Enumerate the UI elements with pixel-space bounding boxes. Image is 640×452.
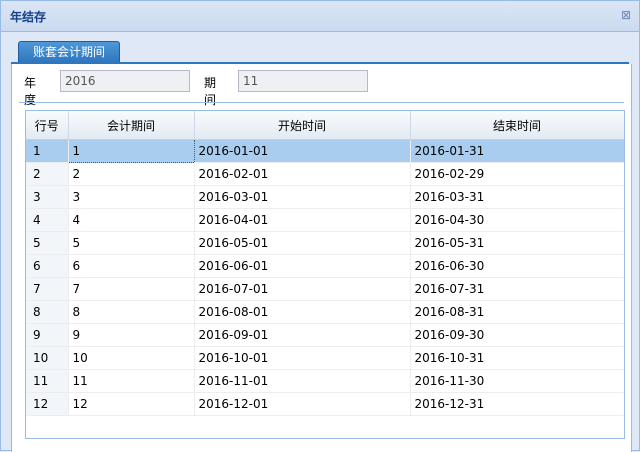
row-number-cell: 1 [26, 139, 69, 163]
start-date-cell: 2016-01-01 [194, 139, 411, 163]
period-cell: 4 [68, 208, 195, 232]
end-date-cell: 2016-01-31 [410, 139, 624, 163]
year-field[interactable]: 2016 [60, 70, 190, 92]
table-row[interactable]: 1 1 2016-01-01 2016-01-31 [26, 139, 624, 163]
start-date-cell: 2016-12-01 [194, 392, 411, 416]
period-cell: 10 [68, 346, 195, 370]
end-date-cell: 2016-05-31 [410, 231, 624, 255]
column-header-row-number[interactable]: 行号 [26, 111, 69, 140]
end-date-cell: 2016-12-31 [410, 392, 624, 416]
table-row[interactable]: 7 7 2016-07-01 2016-07-31 [26, 277, 624, 301]
period-cell: 6 [68, 254, 195, 278]
table-row[interactable]: 9 9 2016-09-01 2016-09-30 [26, 323, 624, 347]
end-date-cell: 2016-10-31 [410, 346, 624, 370]
row-number-cell: 9 [26, 323, 69, 347]
row-number-cell: 10 [26, 346, 69, 370]
row-number-cell: 5 [26, 231, 69, 255]
end-date-cell: 2016-06-30 [410, 254, 624, 278]
table-row[interactable]: 2 2 2016-02-01 2016-02-29 [26, 162, 624, 186]
column-header-period[interactable]: 会计期间 [68, 111, 195, 140]
table-row[interactable]: 8 8 2016-08-01 2016-08-31 [26, 300, 624, 324]
table-row[interactable]: 12 12 2016-12-01 2016-12-31 [26, 392, 624, 416]
periods-grid[interactable]: 行号 会计期间 开始时间 结束时间 1 1 2016-01-01 2016-01-31… [25, 110, 625, 439]
end-date-cell: 2016-02-29 [410, 162, 624, 186]
period-cell: 5 [68, 231, 195, 255]
period-cell: 12 [68, 392, 195, 416]
row-number-cell: 7 [26, 277, 69, 301]
period-cell: 1 [67, 139, 195, 163]
grid-body: 1 1 2016-01-01 2016-01-31 2 2 2016-02-01 2016-0… [26, 139, 624, 416]
period-cell: 11 [68, 369, 195, 393]
start-date-cell: 2016-11-01 [194, 369, 411, 393]
table-row[interactable]: 3 3 2016-03-01 2016-03-31 [26, 185, 624, 209]
start-date-cell: 2016-08-01 [194, 300, 411, 324]
end-date-cell: 2016-03-31 [410, 185, 624, 209]
close-icon[interactable]: ⊠ [620, 9, 632, 21]
year-end-dialog: 年结存 ⊠ 账套会计期间 年度 2016 期间 11 行号 会计期间 开始时间 … [0, 0, 640, 452]
table-row[interactable]: 5 5 2016-05-01 2016-05-31 [26, 231, 624, 255]
end-date-cell: 2016-07-31 [410, 277, 624, 301]
table-row[interactable]: 4 4 2016-04-01 2016-04-30 [26, 208, 624, 232]
column-header-start-date[interactable]: 开始时间 [194, 111, 411, 140]
period-cell: 2 [68, 162, 195, 186]
start-date-cell: 2016-10-01 [194, 346, 411, 370]
row-number-cell: 3 [26, 185, 69, 209]
title-bar[interactable]: 年结存 ⊠ [1, 1, 639, 32]
start-date-cell: 2016-04-01 [194, 208, 411, 232]
header-row: 行号 会计期间 开始时间 结束时间 [26, 111, 624, 140]
dialog-body: 账套会计期间 年度 2016 期间 11 行号 会计期间 开始时间 结束时间 1… [9, 39, 632, 452]
dialog-title: 年结存 [10, 10, 47, 24]
start-date-cell: 2016-02-01 [194, 162, 411, 186]
separator [19, 102, 624, 103]
end-date-cell: 2016-08-31 [410, 300, 624, 324]
row-number-cell: 4 [26, 208, 69, 232]
table-row[interactable]: 11 11 2016-11-01 2016-11-30 [26, 369, 624, 393]
start-date-cell: 2016-07-01 [194, 277, 411, 301]
period-cell: 3 [68, 185, 195, 209]
row-number-cell: 6 [26, 254, 69, 278]
row-number-cell: 2 [26, 162, 69, 186]
start-date-cell: 2016-06-01 [194, 254, 411, 278]
end-date-cell: 2016-09-30 [410, 323, 624, 347]
period-field[interactable]: 11 [238, 70, 368, 92]
tab-panel: 年度 2016 期间 11 行号 会计期间 开始时间 结束时间 1 1 2016… [11, 64, 632, 452]
row-number-cell: 8 [26, 300, 69, 324]
row-number-cell: 11 [26, 369, 69, 393]
table-row[interactable]: 10 10 2016-10-01 2016-10-31 [26, 346, 624, 370]
period-cell: 9 [68, 323, 195, 347]
start-date-cell: 2016-03-01 [194, 185, 411, 209]
row-number-cell: 12 [26, 392, 69, 416]
column-header-end-date[interactable]: 结束时间 [410, 111, 624, 140]
periods-table: 行号 会计期间 开始时间 结束时间 1 1 2016-01-01 2016-01-31… [26, 111, 624, 416]
end-date-cell: 2016-04-30 [410, 208, 624, 232]
table-row[interactable]: 6 6 2016-06-01 2016-06-30 [26, 254, 624, 278]
end-date-cell: 2016-11-30 [410, 369, 624, 393]
period-cell: 7 [68, 277, 195, 301]
start-date-cell: 2016-09-01 [194, 323, 411, 347]
period-cell: 8 [68, 300, 195, 324]
start-date-cell: 2016-05-01 [194, 231, 411, 255]
tab-accounting-periods[interactable]: 账套会计期间 [18, 41, 120, 62]
